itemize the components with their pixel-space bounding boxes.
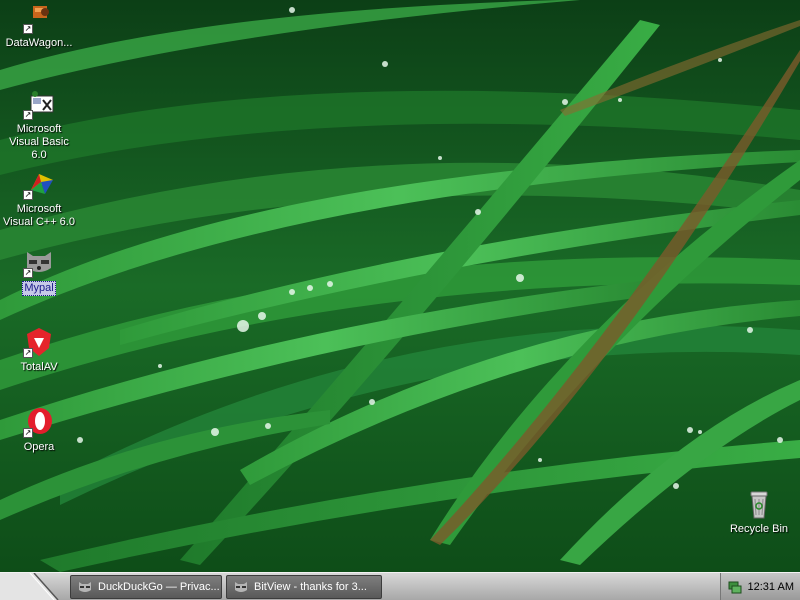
- desktop-icon-visual-basic[interactable]: ↗ Microsoft Visual Basic 6.0: [0, 88, 78, 162]
- opera-icon: ↗: [23, 406, 55, 438]
- taskbar-button-label: BitView - thanks for 3...: [254, 580, 367, 593]
- taskbar: DuckDuckGo — Privac... BitView - thanks …: [0, 572, 800, 600]
- shortcut-arrow-icon: ↗: [23, 24, 33, 34]
- desktop-icon-label: Microsoft Visual C++ 6.0: [3, 203, 75, 228]
- shortcut-arrow-icon: ↗: [23, 110, 33, 120]
- datawagon-icon: ↗: [23, 2, 55, 34]
- taskbar-button-duckduckgo[interactable]: DuckDuckGo — Privac...: [70, 574, 222, 599]
- desktop-icon-label: Recycle Bin: [729, 523, 789, 535]
- desktop-icon-label: Microsoft Visual Basic 6.0: [9, 123, 69, 161]
- desktop-wallpaper: [0, 0, 800, 572]
- desktop-icon-label: Opera: [23, 441, 55, 453]
- desktop-icon-label: Mypal: [22, 281, 56, 296]
- desktop-icon-recycle-bin[interactable]: Recycle Bin: [720, 488, 798, 536]
- shortcut-arrow-icon: ↗: [23, 268, 33, 278]
- shortcut-arrow-icon: ↗: [23, 428, 33, 438]
- desktop-icon-label: DataWagon...: [5, 37, 73, 49]
- network-tray-icon[interactable]: [727, 579, 743, 595]
- recycle-bin-icon: [743, 488, 775, 520]
- clock[interactable]: 12:31 AM: [748, 581, 794, 593]
- grass-wallpaper-image: [0, 0, 800, 572]
- shortcut-arrow-icon: ↗: [23, 348, 33, 358]
- visual-basic-icon: ↗: [23, 88, 55, 120]
- system-tray: 12:31 AM: [720, 573, 800, 600]
- mypal-raccoon-icon: ↗: [23, 246, 55, 278]
- desktop-icon-opera[interactable]: ↗ Opera: [0, 406, 78, 454]
- mypal-raccoon-icon: [233, 579, 249, 595]
- taskbar-button-bitview[interactable]: BitView - thanks for 3...: [226, 574, 382, 599]
- desktop-icon-mypal[interactable]: ↗ Mypal: [0, 246, 78, 296]
- desktop-icon-datawagon[interactable]: ↗ DataWagon...: [0, 2, 78, 50]
- start-button[interactable]: [0, 573, 60, 600]
- mypal-raccoon-icon: [77, 579, 93, 595]
- visual-cpp-icon: ↗: [23, 168, 55, 200]
- desktop-icon-visual-cpp[interactable]: ↗ Microsoft Visual C++ 6.0: [0, 168, 78, 229]
- totalav-shield-icon: ↗: [23, 326, 55, 358]
- desktop-icon-totalav[interactable]: ↗ TotalAV: [0, 326, 78, 374]
- shortcut-arrow-icon: ↗: [23, 190, 33, 200]
- taskbar-button-label: DuckDuckGo — Privac...: [98, 580, 220, 593]
- desktop-icon-label: TotalAV: [20, 361, 58, 373]
